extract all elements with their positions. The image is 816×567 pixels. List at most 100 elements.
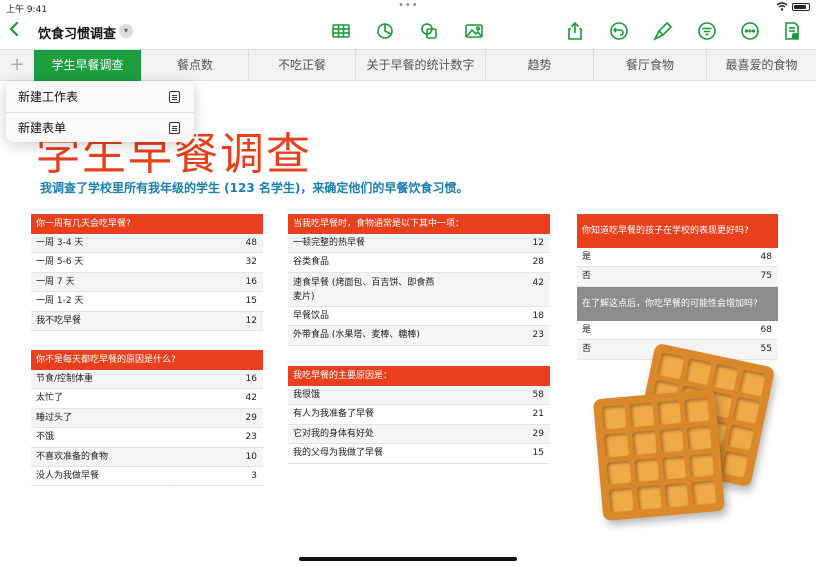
table-body: 是 48 否 75 bbox=[577, 248, 778, 287]
row-label: 是 bbox=[582, 324, 592, 335]
row-value: 16 bbox=[245, 374, 257, 384]
table-row[interactable]: 我不吃早餐 12 bbox=[31, 311, 263, 331]
document-setup-icon[interactable] bbox=[781, 20, 803, 42]
add-sheet-button[interactable]: + bbox=[0, 50, 34, 81]
share-icon[interactable] bbox=[564, 20, 586, 42]
multitasking-dots[interactable]: ••• bbox=[398, 0, 419, 11]
table-row[interactable]: 没人为我做早餐 3 bbox=[31, 466, 263, 487]
tab-skip-meals[interactable]: 不吃正餐 bbox=[248, 50, 355, 81]
format-brush-icon[interactable] bbox=[652, 20, 674, 42]
table-row[interactable]: 它对我的身体有好处 29 bbox=[288, 424, 550, 445]
row-value: 29 bbox=[532, 428, 544, 439]
chevron-down-icon[interactable]: ▾ bbox=[119, 24, 133, 38]
row-value: 75 bbox=[760, 271, 772, 282]
menu-item-new-sheet[interactable]: 新建工作表 bbox=[6, 82, 194, 112]
row-label: 我很饿 bbox=[293, 390, 321, 400]
row-value: 28 bbox=[532, 257, 544, 268]
chart-icon[interactable] bbox=[374, 20, 396, 42]
menu-item-new-form[interactable]: 新建表单 bbox=[6, 112, 194, 142]
more-icon[interactable] bbox=[739, 20, 761, 42]
row-label: 有人为我准备了早餐 bbox=[293, 409, 375, 420]
chevron-left-icon bbox=[9, 21, 19, 37]
row-label: 是 bbox=[582, 252, 592, 262]
sheet-tabs: + 学生早餐调查 餐点数 不吃正餐 关于早餐的统计数字 趋势 餐厅食物 最喜爱的… bbox=[0, 49, 816, 81]
row-label: 一周 3-4 天 bbox=[36, 238, 84, 248]
table-row[interactable]: 早餐饮品 18 bbox=[288, 306, 550, 327]
row-value: 48 bbox=[245, 238, 257, 248]
undo-icon[interactable] bbox=[608, 20, 630, 42]
table-row[interactable]: 有人为我准备了早餐 21 bbox=[288, 405, 550, 425]
filter-icon[interactable] bbox=[696, 20, 718, 42]
table-row[interactable]: 不喜欢准备的食物 10 bbox=[31, 447, 263, 467]
tab-favorite-food[interactable]: 最喜爱的食物 bbox=[706, 50, 816, 81]
row-label: 不喜欢准备的食物 bbox=[36, 451, 109, 462]
row-value: 68 bbox=[760, 324, 772, 335]
tab-cafeteria-food[interactable]: 餐厅食物 bbox=[593, 50, 706, 81]
table-icon[interactable] bbox=[330, 20, 352, 42]
table-subheader: 在了解这点后，你吃早餐的可能性会增加吗? bbox=[577, 286, 778, 321]
table-row[interactable]: 我很饿 58 bbox=[288, 386, 550, 406]
shapes-icon[interactable] bbox=[418, 20, 440, 42]
table-row[interactable]: 太忙了 42 bbox=[31, 389, 263, 409]
row-label: 没人为我做早餐 bbox=[36, 470, 100, 481]
table-header: 你知道吃早餐的孩子在学校的表现更好吗? bbox=[577, 214, 778, 248]
menu-item-label: 新建工作表 bbox=[18, 90, 79, 104]
table-row[interactable]: 我的父母为我做了早餐 15 bbox=[288, 444, 550, 464]
table-main-reason[interactable]: 我吃早餐的主要原因是： 我很饿 58 有人为我准备了早餐 21 它对我的身体有好处 2… bbox=[288, 366, 550, 464]
row-label: 早餐饮品 bbox=[293, 310, 330, 321]
table-row[interactable]: 是 68 bbox=[577, 320, 778, 341]
row-label: 睡过头了 bbox=[36, 412, 73, 423]
table-header: 你一周有几天会吃早餐? bbox=[31, 214, 263, 234]
document-title[interactable]: 饮食习惯调查 bbox=[38, 23, 116, 42]
add-sheet-menu: 新建工作表 新建表单 bbox=[6, 81, 194, 142]
row-value: 42 bbox=[245, 393, 257, 404]
table-row[interactable]: 一周 5-6 天 32 bbox=[31, 253, 263, 273]
table-days-per-week[interactable]: 你一周有几天会吃早餐? 一周 3-4 天 48 一周 5-6 天 32 一周 7 天… bbox=[31, 214, 263, 331]
row-label: 太忙了 bbox=[36, 393, 64, 404]
table-body: 一顿完整的热早餐 12 谷类食品 28 速食早餐 (烤面包、百吉饼、即食燕麦片) 42… bbox=[288, 234, 550, 346]
tab-meal-count[interactable]: 餐点数 bbox=[141, 50, 248, 81]
row-value: 32 bbox=[245, 257, 257, 268]
table-row[interactable]: 一顿完整的热早餐 12 bbox=[288, 234, 550, 254]
menu-item-label: 新建表单 bbox=[18, 121, 67, 135]
table-row[interactable]: 不饿 23 bbox=[31, 428, 263, 448]
form-icon bbox=[169, 122, 180, 134]
table-row[interactable]: 谷类食品 28 bbox=[288, 253, 550, 273]
table-row[interactable]: 睡过头了 29 bbox=[31, 408, 263, 429]
home-indicator[interactable] bbox=[299, 557, 517, 561]
back-button[interactable] bbox=[8, 20, 22, 40]
table-food-type[interactable]: 当我吃早餐时，食物通常是以下其中一项： 一顿完整的热早餐 12 谷类食品 28 速食… bbox=[288, 214, 550, 346]
battery-icon bbox=[792, 2, 810, 11]
table-row[interactable]: 速食早餐 (烤面包、百吉饼、即食燕麦片) 42 bbox=[288, 272, 550, 307]
table-row[interactable]: 是 48 bbox=[577, 248, 778, 268]
table-school-performance[interactable]: 你知道吃早餐的孩子在学校的表现更好吗? 是 48 否 75 在了解这点后，你吃早餐的… bbox=[577, 214, 778, 360]
app-window: 上午 9:41 ••• 饮食习惯调查 ▾ + 学生早餐调查 餐点数 不吃正餐 关… bbox=[0, 0, 816, 567]
row-label: 我的父母为我做了早餐 bbox=[293, 448, 384, 459]
table-body: 节食/控制体重 16 太忙了 42 睡过头了 29 不饿 23 不喜欢准备的食物 10 没… bbox=[31, 370, 263, 487]
table-row[interactable]: 一周 7 天 16 bbox=[31, 272, 263, 293]
row-value: 48 bbox=[760, 252, 772, 262]
tab-student-breakfast[interactable]: 学生早餐调查 bbox=[34, 50, 141, 81]
tab-breakfast-stats[interactable]: 关于早餐的统计数字 bbox=[355, 50, 485, 81]
table-body: 我很饿 58 有人为我准备了早餐 21 它对我的身体有好处 29 我的父母为我做了早餐… bbox=[288, 386, 550, 464]
table-row[interactable]: 节食/控制体重 16 bbox=[31, 370, 263, 390]
table-body: 一周 3-4 天 48 一周 5-6 天 32 一周 7 天 16 一周 1-2 天 1… bbox=[31, 234, 263, 331]
sheet-icon bbox=[169, 91, 180, 103]
row-label: 否 bbox=[582, 271, 592, 282]
row-label: 不饿 bbox=[36, 432, 55, 443]
row-value: 23 bbox=[245, 432, 257, 443]
row-label: 节食/控制体重 bbox=[36, 374, 94, 384]
tab-trends[interactable]: 趋势 bbox=[485, 50, 593, 81]
media-icon[interactable] bbox=[463, 20, 485, 42]
row-value: 18 bbox=[532, 310, 544, 321]
table-row[interactable]: 否 75 bbox=[577, 267, 778, 287]
table-row[interactable]: 一周 3-4 天 48 bbox=[31, 234, 263, 254]
row-value: 29 bbox=[245, 412, 257, 423]
table-header: 当我吃早餐时，食物通常是以下其中一项： bbox=[288, 214, 550, 234]
table-row[interactable]: 外带食品 (水果塔、麦棒、糖棒) 23 bbox=[288, 326, 550, 346]
waffles-image[interactable] bbox=[592, 342, 776, 522]
table-reasons-not-eating[interactable]: 你不是每天都吃早餐的原因是什么? 节食/控制体重 16 太忙了 42 睡过头了 29 … bbox=[31, 350, 263, 487]
row-label: 我不吃早餐 bbox=[36, 315, 82, 326]
sheet-subtitle[interactable]: 我调查了学校里所有我年级的学生 (123 名学生)，来确定他们的早餐饮食习惯。 bbox=[40, 179, 468, 196]
table-row[interactable]: 一周 1-2 天 15 bbox=[31, 292, 263, 312]
